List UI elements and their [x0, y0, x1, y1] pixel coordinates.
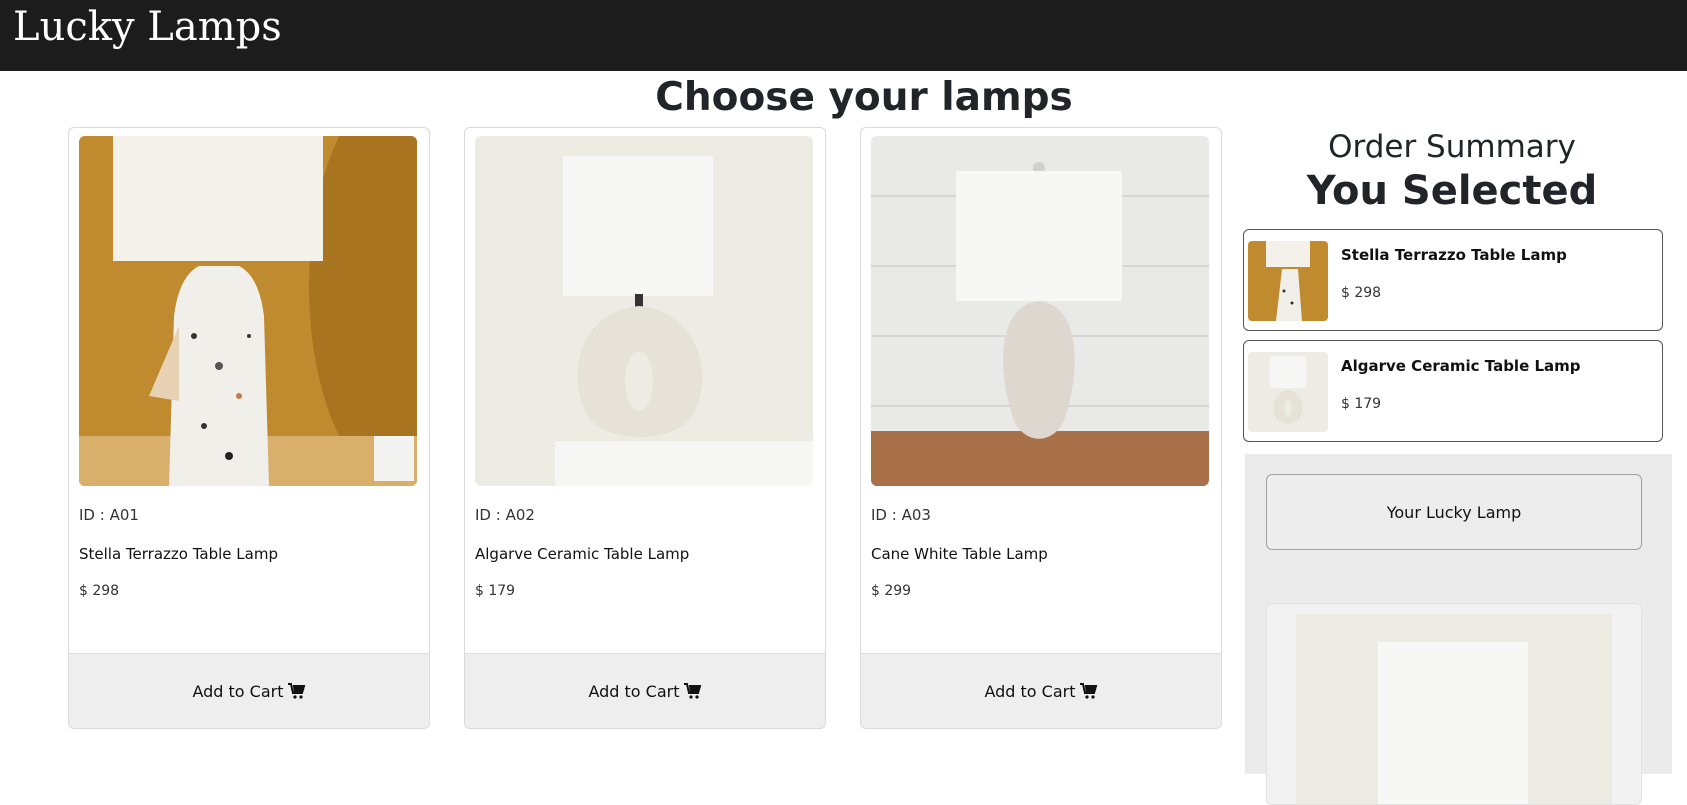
product-id: ID : A02	[475, 506, 535, 524]
top-navbar: Lucky Lamps	[0, 0, 1687, 71]
product-id: ID : A03	[871, 506, 931, 524]
product-card: ID : A03 Cane White Table Lamp $ 299 Add…	[860, 127, 1222, 729]
product-name: Algarve Ceramic Table Lamp	[475, 545, 690, 563]
product-price: $ 298	[79, 583, 120, 599]
selected-item[interactable]: Algarve Ceramic Table Lamp $ 179	[1243, 340, 1663, 442]
product-name: Cane White Table Lamp	[871, 545, 1048, 563]
summary-title: Order Summary	[1328, 129, 1576, 165]
lucky-lamp-panel: Your Lucky Lamp	[1245, 454, 1672, 805]
add-to-cart-button[interactable]: Add to Cart	[192, 682, 305, 701]
add-to-cart-label: Add to Cart	[588, 681, 680, 701]
brand-logo[interactable]: Lucky Lamps	[13, 0, 282, 54]
selected-item-price: $ 298	[1341, 285, 1382, 301]
order-summary: Order Summary You Selected	[1241, 127, 1663, 215]
shopping-cart-icon	[287, 683, 306, 699]
product-card: ID : A02 Algarve Ceramic Table Lamp $ 17…	[464, 127, 826, 729]
card-footer: Add to Cart	[465, 653, 825, 728]
product-price: $ 179	[475, 583, 516, 599]
product-image	[475, 136, 813, 486]
lucky-lamp-button[interactable]: Your Lucky Lamp	[1266, 474, 1642, 550]
card-footer: Add to Cart	[861, 653, 1221, 728]
product-image	[871, 136, 1209, 486]
lucky-lamp-image	[1296, 614, 1612, 804]
product-name: Stella Terrazzo Table Lamp	[79, 545, 278, 563]
shopping-cart-icon	[1079, 683, 1098, 699]
add-to-cart-label: Add to Cart	[984, 681, 1076, 701]
selected-item-thumbnail	[1248, 352, 1328, 432]
selected-item-name: Algarve Ceramic Table Lamp	[1341, 357, 1581, 375]
add-to-cart-label: Add to Cart	[192, 681, 284, 701]
product-card: ID : A01 Stella Terrazzo Table Lamp $ 29…	[68, 127, 430, 729]
add-to-cart-button[interactable]: Add to Cart	[588, 682, 701, 701]
product-image	[79, 136, 417, 486]
selected-item[interactable]: Stella Terrazzo Table Lamp $ 298	[1243, 229, 1663, 331]
page-title: Choose your lamps	[655, 75, 1073, 120]
shopping-cart-icon	[683, 683, 702, 699]
card-footer: Add to Cart	[69, 653, 429, 728]
lucky-lamp-card	[1266, 603, 1642, 805]
summary-subtitle: You Selected	[1306, 168, 1598, 214]
product-price: $ 299	[871, 583, 912, 599]
add-to-cart-button[interactable]: Add to Cart	[984, 682, 1097, 701]
selected-item-thumbnail	[1248, 241, 1328, 321]
selected-item-name: Stella Terrazzo Table Lamp	[1341, 246, 1567, 264]
product-id: ID : A01	[79, 506, 139, 524]
selected-item-price: $ 179	[1341, 396, 1382, 412]
